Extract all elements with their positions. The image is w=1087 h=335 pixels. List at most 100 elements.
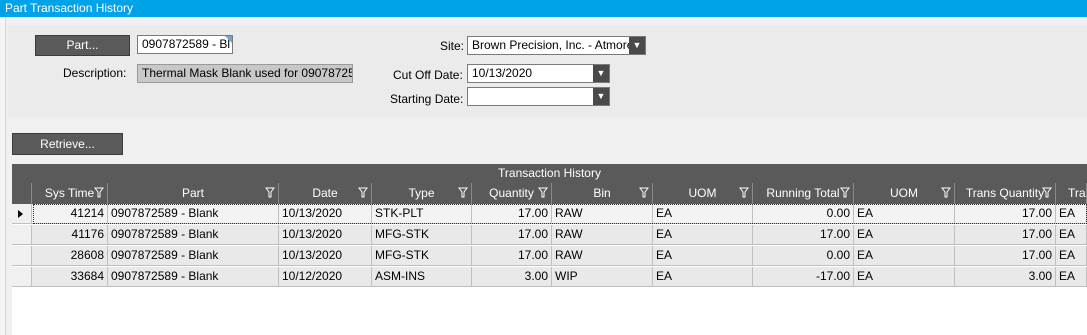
col-header-part[interactable]: Part	[108, 183, 279, 204]
cell-uom-2[interactable]: EA	[854, 246, 955, 266]
filter-icon[interactable]	[265, 187, 275, 199]
cell-quantity[interactable]: 17.00	[472, 225, 552, 245]
filter-icon[interactable]	[1042, 187, 1052, 199]
dropdown-arrow-icon[interactable]: ▼	[629, 37, 645, 54]
cell-running-total[interactable]: 0.00	[753, 246, 854, 266]
table-row[interactable]: 33684 0907872589 - Blank 10/12/2020 ASM-INS…	[12, 267, 1087, 287]
col-header-uom-2[interactable]: UOM	[854, 183, 955, 204]
cutoff-date-field[interactable]: 10/13/2020 ▼	[467, 64, 610, 83]
starting-date-label: Starting Date:	[390, 92, 464, 106]
description-field: Thermal Mask Blank used for 090787258	[137, 64, 353, 83]
col-header-label: Sys Time	[44, 186, 95, 200]
col-header-label: UOM	[688, 186, 717, 200]
window-title: Part Transaction History	[5, 1, 134, 15]
cell-sys-time[interactable]: 41214	[32, 204, 108, 224]
filter-icon[interactable]	[739, 187, 749, 199]
filter-icon[interactable]	[358, 187, 368, 199]
starting-date-field[interactable]: ▼	[467, 87, 610, 106]
cell-part[interactable]: 0907872589 - Blank	[108, 246, 279, 266]
col-header-type[interactable]: Type	[372, 183, 472, 204]
col-header-label: Tra	[1068, 186, 1086, 200]
cell-trans-quantity[interactable]: 17.00	[955, 246, 1056, 266]
filter-icon[interactable]	[840, 187, 850, 199]
cell-tra[interactable]: EA	[1056, 246, 1087, 266]
cell-tra[interactable]: EA	[1056, 225, 1087, 245]
col-header-label: Running Total	[766, 186, 840, 200]
cell-running-total[interactable]: 17.00	[753, 225, 854, 245]
row-selector[interactable]	[12, 267, 32, 287]
col-header-label: Bin	[593, 186, 611, 200]
row-selector[interactable]	[12, 225, 32, 245]
filter-icon[interactable]	[94, 187, 104, 199]
site-select[interactable]: Brown Precision, Inc. - Atmore ▼	[467, 36, 646, 55]
cell-uom-2[interactable]: EA	[854, 204, 955, 224]
col-header-tra[interactable]: Tra	[1056, 183, 1087, 204]
cell-type[interactable]: ASM-INS	[372, 267, 472, 287]
col-header-label: Date	[312, 186, 338, 200]
site-label: Site:	[440, 39, 465, 53]
cell-running-total[interactable]: 0.00	[753, 204, 854, 224]
col-header-running-total[interactable]: Running Total	[753, 183, 854, 204]
cell-uom[interactable]: EA	[653, 267, 753, 287]
table-row[interactable]: 41214 0907872589 - Blank 10/13/2020 STK-PLT…	[12, 204, 1087, 224]
col-header-sys-time[interactable]: Sys Time	[32, 183, 108, 204]
cell-date[interactable]: 10/13/2020	[279, 225, 372, 245]
cell-trans-quantity[interactable]: 17.00	[955, 204, 1056, 224]
cell-quantity[interactable]: 3.00	[472, 267, 552, 287]
filter-icon[interactable]	[941, 187, 951, 199]
cell-part[interactable]: 0907872589 - Blank	[108, 204, 279, 224]
transaction-history-grid[interactable]: Transaction History Sys Time Part Date T…	[12, 164, 1087, 335]
col-header-bin[interactable]: Bin	[552, 183, 653, 204]
cell-sys-time[interactable]: 28608	[32, 246, 108, 266]
cell-uom[interactable]: EA	[653, 225, 753, 245]
cell-tra[interactable]: EA	[1056, 204, 1087, 224]
cell-bin[interactable]: WIP	[552, 267, 653, 287]
cell-type[interactable]: STK-PLT	[372, 204, 472, 224]
site-value: Brown Precision, Inc. - Atmore	[472, 38, 634, 52]
row-header-corner	[12, 183, 32, 204]
part-button[interactable]: Part...	[35, 35, 130, 56]
cell-trans-quantity[interactable]: 17.00	[955, 225, 1056, 245]
cell-tra[interactable]: EA	[1056, 267, 1087, 287]
dropdown-arrow-icon[interactable]: ▼	[593, 88, 609, 105]
cell-trans-quantity[interactable]: 3.00	[955, 267, 1056, 287]
grid-header-row: Sys Time Part Date Type Quantity Bin UOM…	[12, 183, 1087, 204]
row-selector[interactable]	[12, 246, 32, 266]
cell-quantity[interactable]: 17.00	[472, 204, 552, 224]
cell-sys-time[interactable]: 33684	[32, 267, 108, 287]
cell-date[interactable]: 10/13/2020	[279, 204, 372, 224]
col-header-label: Part	[181, 186, 204, 200]
cell-type[interactable]: MFG-STK	[372, 225, 472, 245]
part-field[interactable]: 0907872589 - Bl	[137, 35, 233, 54]
cell-date[interactable]: 10/13/2020	[279, 246, 372, 266]
cell-uom-2[interactable]: EA	[854, 225, 955, 245]
filter-icon[interactable]	[538, 187, 548, 199]
cell-type[interactable]: MFG-STK	[372, 246, 472, 266]
table-row[interactable]: 41176 0907872589 - Blank 10/13/2020 MFG-STK…	[12, 225, 1087, 245]
cell-uom-2[interactable]: EA	[854, 267, 955, 287]
col-header-date[interactable]: Date	[279, 183, 372, 204]
cell-sys-time[interactable]: 41176	[32, 225, 108, 245]
cell-date[interactable]: 10/12/2020	[279, 267, 372, 287]
cutoff-label: Cut Off Date:	[393, 68, 463, 82]
cell-uom[interactable]: EA	[653, 246, 753, 266]
filter-icon[interactable]	[639, 187, 649, 199]
cell-running-total[interactable]: -17.00	[753, 267, 854, 287]
col-header-trans-quantity[interactable]: Trans Quantity	[955, 183, 1056, 204]
row-selector[interactable]	[12, 204, 32, 224]
window-titlebar: Part Transaction History	[0, 0, 1087, 17]
cell-uom[interactable]: EA	[653, 204, 753, 224]
cell-bin[interactable]: RAW	[552, 246, 653, 266]
retrieve-button[interactable]: Retrieve...	[12, 133, 123, 155]
cell-part[interactable]: 0907872589 - Blank	[108, 267, 279, 287]
cell-part[interactable]: 0907872589 - Blank	[108, 225, 279, 245]
col-header-label: UOM	[890, 186, 918, 200]
cell-bin[interactable]: RAW	[552, 225, 653, 245]
filter-icon[interactable]	[458, 187, 468, 199]
cell-quantity[interactable]: 17.00	[472, 246, 552, 266]
col-header-uom[interactable]: UOM	[653, 183, 753, 204]
dropdown-arrow-icon[interactable]: ▼	[593, 65, 609, 82]
col-header-quantity[interactable]: Quantity	[472, 183, 552, 204]
table-row[interactable]: 28608 0907872589 - Blank 10/13/2020 MFG-STK…	[12, 246, 1087, 266]
cell-bin[interactable]: RAW	[552, 204, 653, 224]
